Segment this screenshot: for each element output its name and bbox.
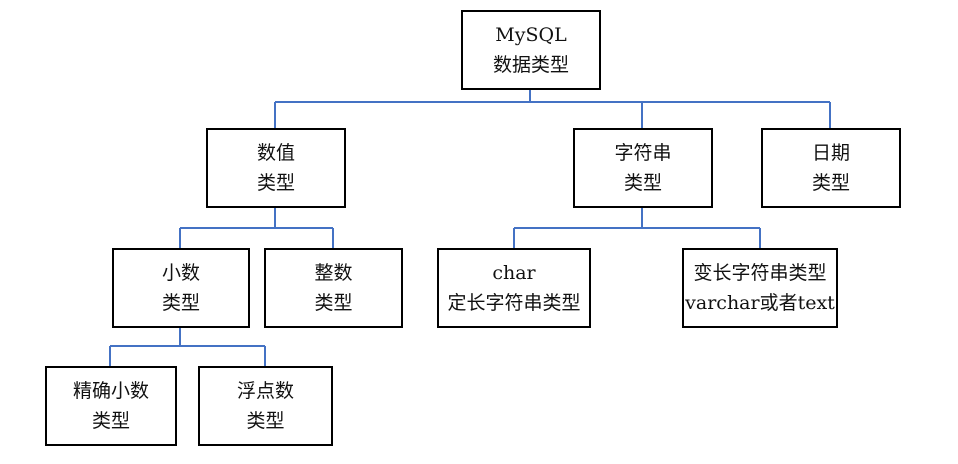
node-decimal-line1: 小数 bbox=[161, 262, 200, 284]
node-date-line1: 日期 bbox=[811, 142, 850, 164]
node-numeric: 数值 类型 bbox=[206, 128, 346, 208]
node-integer-line2: 类型 bbox=[314, 292, 353, 314]
node-integer: 整数 类型 bbox=[264, 248, 403, 328]
node-numeric-line2: 类型 bbox=[256, 172, 295, 194]
node-float-line1: 浮点数 bbox=[236, 380, 294, 402]
node-decimal: 小数 类型 bbox=[112, 248, 250, 328]
node-root-line1: MySQL bbox=[495, 24, 567, 46]
node-string-line1: 字符串 bbox=[614, 142, 672, 164]
node-date-line2: 类型 bbox=[811, 172, 850, 194]
node-string: 字符串 类型 bbox=[573, 128, 713, 208]
node-char-line1: char bbox=[492, 262, 536, 284]
node-varchar-line1: 变长字符串类型 bbox=[693, 262, 827, 284]
node-exact-decimal-line2: 类型 bbox=[91, 410, 130, 432]
node-integer-line1: 整数 bbox=[314, 262, 353, 284]
node-varchar: 变长字符串类型 varchar或者text bbox=[682, 248, 838, 328]
node-root-line2: 数据类型 bbox=[492, 54, 569, 76]
node-date: 日期 类型 bbox=[761, 128, 901, 208]
node-root: MySQL 数据类型 bbox=[461, 10, 601, 90]
node-exact-decimal-line1: 精确小数 bbox=[72, 380, 149, 402]
node-float-line2: 类型 bbox=[246, 410, 285, 432]
node-char-line2: 定长字符串类型 bbox=[447, 292, 581, 314]
node-exact-decimal: 精确小数 类型 bbox=[45, 366, 177, 446]
node-float: 浮点数 类型 bbox=[198, 366, 333, 446]
node-decimal-line2: 类型 bbox=[161, 292, 200, 314]
node-string-line2: 类型 bbox=[623, 172, 662, 194]
node-varchar-line2: varchar或者text bbox=[685, 292, 835, 314]
node-numeric-line1: 数值 bbox=[256, 142, 295, 164]
node-char: char 定长字符串类型 bbox=[437, 248, 591, 328]
